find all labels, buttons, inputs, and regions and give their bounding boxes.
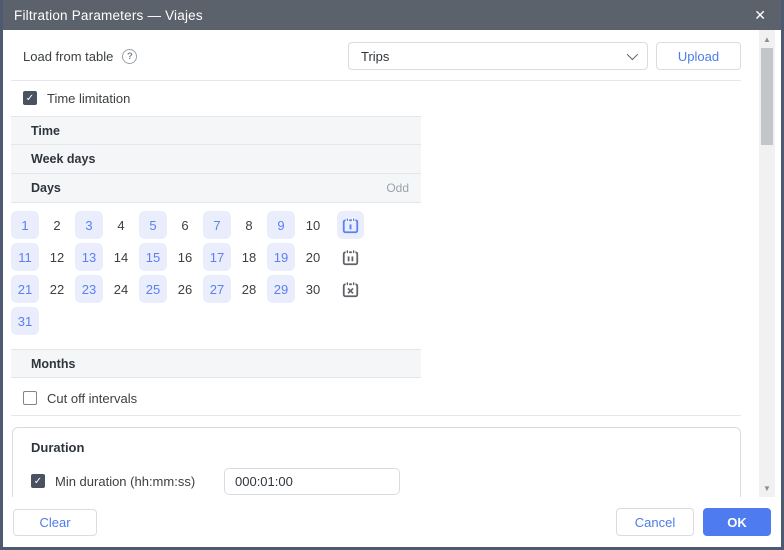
dialog-titlebar: Filtration Parameters — Viajes ✕ xyxy=(3,0,781,30)
day-cell-16[interactable]: 16 xyxy=(171,243,199,271)
time-sections-table: Time Week days Days Odd xyxy=(11,116,421,203)
day-cell-20[interactable]: 20 xyxy=(299,243,327,271)
select-even-days-icon[interactable] xyxy=(337,243,364,271)
clear-button[interactable]: Clear xyxy=(13,508,97,536)
section-row-week-days[interactable]: Week days xyxy=(11,145,421,174)
duration-panel: Duration ✓ Min duration (hh:mm:ss) xyxy=(12,427,741,497)
dialog-body: Load from table ? Trips Upload ✓ Time li… xyxy=(3,30,781,547)
cut-off-intervals-checkbox[interactable] xyxy=(23,391,37,405)
days-calendar-grid: 1 2 3 4 5 6 7 8 9 10 11 12 13 14 15 16 17 18 19 20 21 22 23 2… xyxy=(11,209,757,337)
day-cell-26[interactable]: 26 xyxy=(171,275,199,303)
day-cell-7[interactable]: 7 xyxy=(203,211,231,239)
min-duration-label-wrap: ✓ Min duration (hh:mm:ss) xyxy=(31,474,224,489)
time-limitation-row[interactable]: ✓ Time limitation xyxy=(23,90,757,106)
calendar-row: 1 2 3 4 5 6 7 8 9 10 xyxy=(11,209,757,241)
months-section-table: Months xyxy=(11,349,421,378)
filtration-parameters-dialog: Filtration Parameters — Viajes ✕ Load fr… xyxy=(0,0,784,550)
cancel-button[interactable]: Cancel xyxy=(616,508,694,536)
day-cell-23[interactable]: 23 xyxy=(75,275,103,303)
scrollbar-thumb[interactable] xyxy=(761,48,773,145)
day-cell-27[interactable]: 27 xyxy=(203,275,231,303)
dialog-title: Filtration Parameters — Viajes xyxy=(14,7,203,23)
dialog-footer: Clear Cancel OK xyxy=(3,497,781,547)
section-days-label: Days xyxy=(31,181,61,195)
section-months-label: Months xyxy=(31,356,76,371)
day-cell-21[interactable]: 21 xyxy=(11,275,39,303)
chevron-down-icon xyxy=(626,48,639,61)
min-duration-label: Min duration (hh:mm:ss) xyxy=(55,473,196,489)
table-select[interactable]: Trips xyxy=(348,42,648,70)
day-cell-8[interactable]: 8 xyxy=(235,211,263,239)
day-cell-22[interactable]: 22 xyxy=(43,275,71,303)
load-from-table-row: Load from table ? Trips Upload xyxy=(23,42,741,70)
time-limitation-checkbox[interactable]: ✓ xyxy=(23,91,37,105)
section-week-days-label: Week days xyxy=(31,152,96,166)
scroll-up-icon[interactable]: ▲ xyxy=(759,32,775,46)
day-cell-18[interactable]: 18 xyxy=(235,243,263,271)
help-icon[interactable]: ? xyxy=(122,48,138,64)
day-cell-2[interactable]: 2 xyxy=(43,211,71,239)
divider xyxy=(11,415,741,416)
section-row-time[interactable]: Time xyxy=(11,116,421,145)
days-mode-badge: Odd xyxy=(386,181,409,195)
day-cell-24[interactable]: 24 xyxy=(107,275,135,303)
load-from-table-label: Load from table xyxy=(23,48,114,64)
day-cell-10[interactable]: 10 xyxy=(299,211,327,239)
section-row-months[interactable]: Months xyxy=(11,349,421,378)
time-limitation-label: Time limitation xyxy=(47,90,131,106)
day-cell-13[interactable]: 13 xyxy=(75,243,103,271)
min-duration-input[interactable] xyxy=(224,467,400,495)
day-cell-19[interactable]: 19 xyxy=(267,243,295,271)
ok-button[interactable]: OK xyxy=(703,508,771,536)
calendar-row: 31 xyxy=(11,305,757,337)
day-cell-1[interactable]: 1 xyxy=(11,211,39,239)
day-cell-31[interactable]: 31 xyxy=(11,307,39,335)
dialog-content: Load from table ? Trips Upload ✓ Time li… xyxy=(3,30,757,497)
day-cell-5[interactable]: 5 xyxy=(139,211,167,239)
divider xyxy=(11,80,741,81)
min-duration-checkbox[interactable]: ✓ xyxy=(31,474,45,488)
close-icon[interactable]: ✕ xyxy=(750,5,770,26)
table-select-value: Trips xyxy=(361,48,390,64)
min-duration-row: ✓ Min duration (hh:mm:ss) xyxy=(31,467,740,495)
section-time-label: Time xyxy=(31,123,60,138)
day-cell-12[interactable]: 12 xyxy=(43,243,71,271)
day-cell-28[interactable]: 28 xyxy=(235,275,263,303)
section-row-days[interactable]: Days Odd xyxy=(11,174,421,203)
day-cell-3[interactable]: 3 xyxy=(75,211,103,239)
clear-days-icon[interactable] xyxy=(337,275,364,303)
cut-off-intervals-row[interactable]: Cut off intervals xyxy=(23,390,757,406)
day-cell-30[interactable]: 30 xyxy=(299,275,327,303)
day-cell-15[interactable]: 15 xyxy=(139,243,167,271)
upload-button[interactable]: Upload xyxy=(656,42,741,70)
day-cell-14[interactable]: 14 xyxy=(107,243,135,271)
calendar-row: 11 12 13 14 15 16 17 18 19 20 xyxy=(11,241,757,273)
day-cell-25[interactable]: 25 xyxy=(139,275,167,303)
day-cell-4[interactable]: 4 xyxy=(107,211,135,239)
day-cell-6[interactable]: 6 xyxy=(171,211,199,239)
day-cell-9[interactable]: 9 xyxy=(267,211,295,239)
calendar-row: 21 22 23 24 25 26 27 28 29 30 xyxy=(11,273,757,305)
vertical-scrollbar[interactable]: ▲ ▼ xyxy=(759,30,775,497)
cut-off-intervals-label: Cut off intervals xyxy=(47,390,138,406)
day-cell-29[interactable]: 29 xyxy=(267,275,295,303)
scroll-down-icon[interactable]: ▼ xyxy=(759,481,775,495)
day-cell-17[interactable]: 17 xyxy=(203,243,231,271)
day-cell-11[interactable]: 11 xyxy=(11,243,39,271)
select-odd-days-icon[interactable] xyxy=(337,211,364,239)
duration-panel-title: Duration xyxy=(31,440,85,455)
